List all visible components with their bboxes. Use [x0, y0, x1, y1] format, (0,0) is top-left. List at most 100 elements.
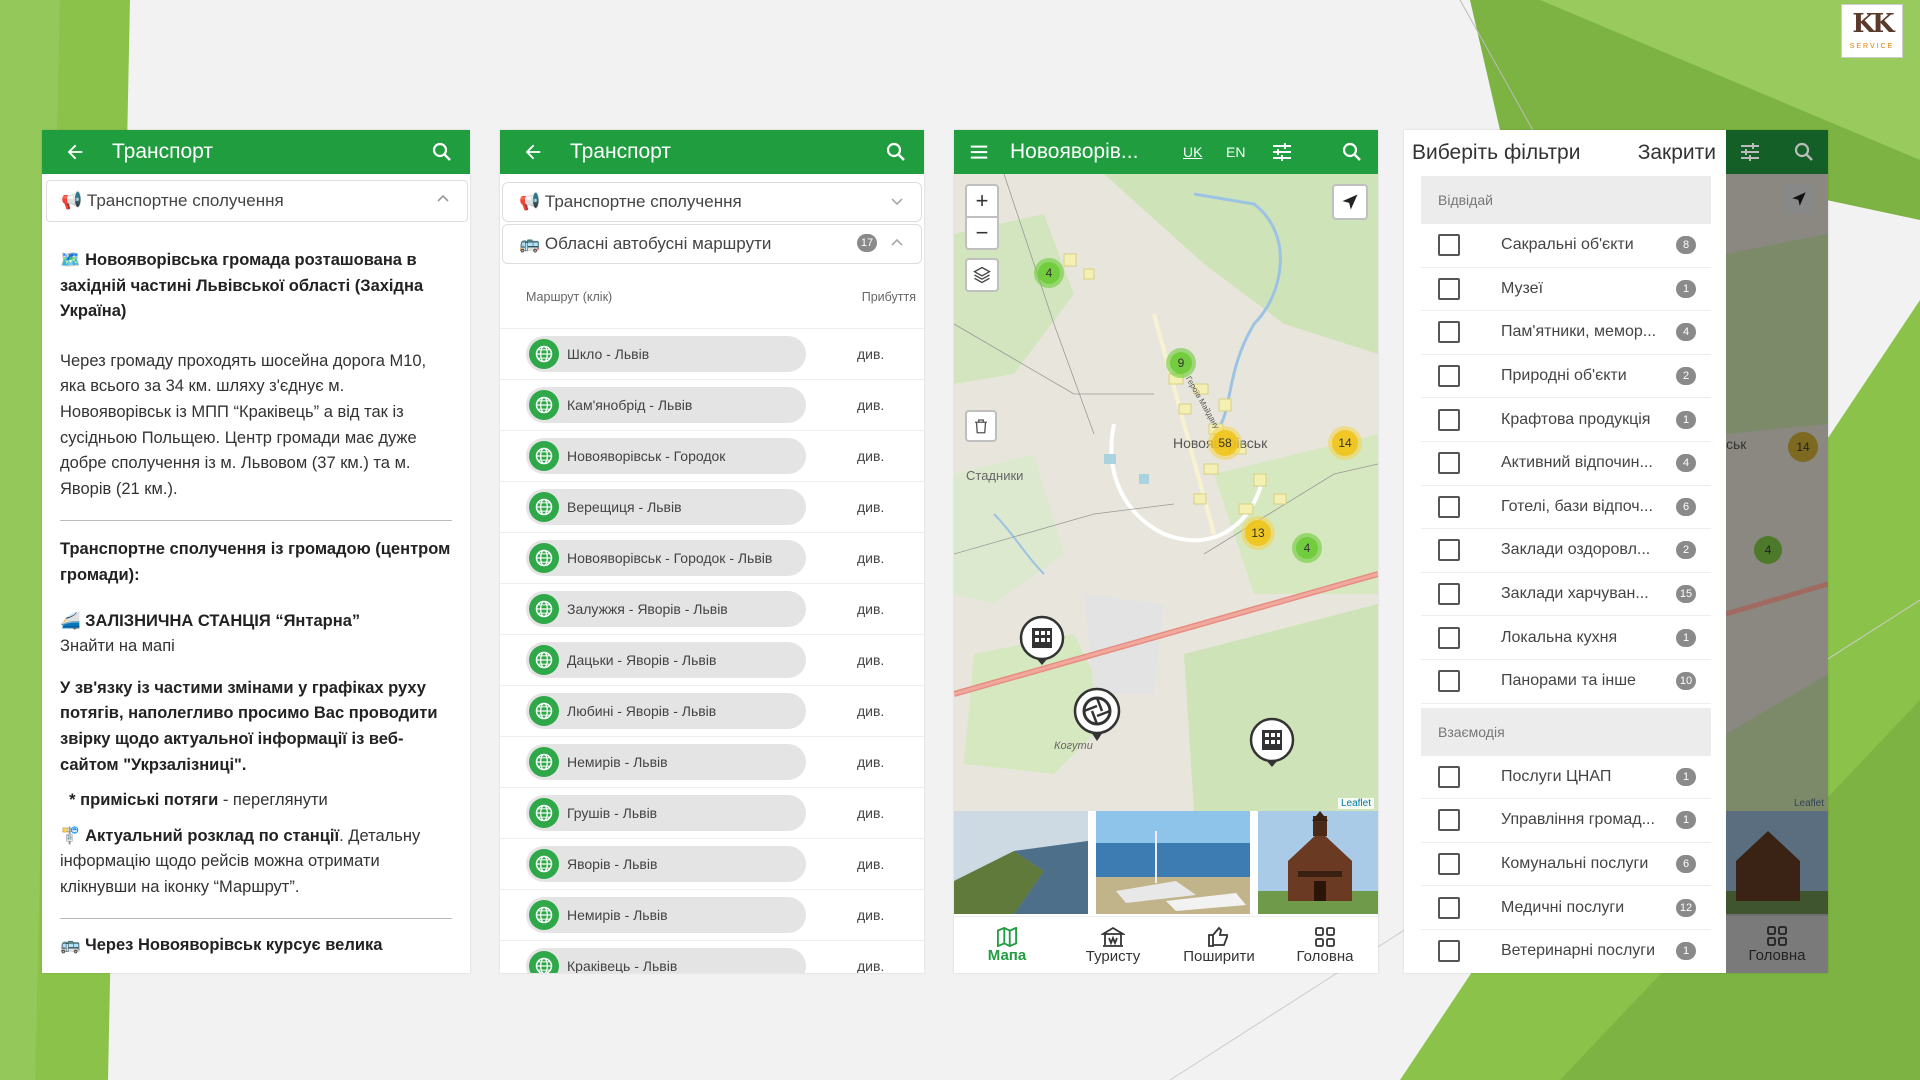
leaflet-attribution[interactable]: Leaflet — [1337, 798, 1374, 809]
route-arrival-link[interactable]: див. — [857, 397, 884, 413]
filter-checkbox[interactable] — [1438, 670, 1460, 693]
accordion-bus-routes[interactable]: 🚌 Обласні автобусні маршрути 17 — [502, 224, 922, 264]
find-on-map-link[interactable]: Знайти на мапі — [60, 637, 175, 655]
filter-checkbox[interactable] — [1438, 277, 1460, 300]
schedule-link[interactable]: 🚏 Актуальний розклад по станції — [60, 827, 339, 845]
route-button[interactable]: Дацьки - Яворів - Львів — [526, 642, 806, 678]
filter-item[interactable]: Комунальні послуги 6 — [1421, 843, 1711, 887]
lang-uk[interactable]: UK — [1183, 144, 1202, 160]
layers-button[interactable] — [965, 258, 999, 292]
suburban-link[interactable]: - переглянути — [218, 791, 328, 809]
filter-checkbox[interactable] — [1438, 365, 1460, 388]
nav-home[interactable]: Головна — [1272, 917, 1378, 973]
filter-item[interactable]: Локальна кухня 1 — [1421, 616, 1711, 660]
filter-item[interactable]: Пам'ятники, мемор... 4 — [1421, 311, 1711, 355]
marker-cluster[interactable]: 9 — [1166, 348, 1196, 378]
route-arrival-link[interactable]: див. — [857, 550, 884, 566]
filter-item[interactable]: Управління громад... 1 — [1421, 799, 1711, 843]
filter-checkbox[interactable] — [1438, 408, 1460, 431]
lang-en[interactable]: EN — [1226, 144, 1245, 160]
route-button[interactable]: Залужжя - Яворів - Львів — [526, 591, 806, 627]
route-arrival-link[interactable]: див. — [857, 601, 884, 617]
back-arrow-icon[interactable] — [518, 141, 548, 163]
search-icon[interactable] — [430, 140, 454, 164]
accordion-transport[interactable]: 📢 Транспортне сполучення — [502, 182, 922, 222]
nav-share[interactable]: Поширити — [1166, 917, 1272, 973]
route-button[interactable]: Новояворівськ - Городок — [526, 438, 806, 474]
filter-item[interactable]: Музеї 1 — [1421, 268, 1711, 312]
route-button[interactable]: Немирів - Львів — [526, 897, 806, 933]
zoom-in-button[interactable]: + — [965, 184, 999, 218]
filter-item[interactable]: Готелі, бази відпоч... 6 — [1421, 486, 1711, 530]
filter-sheet: Виберіть фільтри Закрити Відвідай Сакрал… — [1404, 130, 1726, 973]
photo-aerial-lake[interactable] — [954, 811, 1088, 914]
filter-checkbox[interactable] — [1438, 765, 1460, 788]
filter-item[interactable]: Послуги ЦНАП 1 — [1421, 756, 1711, 800]
route-button[interactable]: Шкло - Львів — [526, 336, 806, 372]
dimmed-background[interactable]: ськ 14 4 Leaflet Головна — [1726, 130, 1828, 973]
nav-map[interactable]: Мапа — [954, 917, 1060, 973]
route-arrival-link[interactable]: див. — [857, 448, 884, 464]
accordion-transport[interactable]: 📢 Транспортне сполучення — [46, 180, 468, 222]
route-arrival-link[interactable]: див. — [857, 499, 884, 515]
route-button[interactable]: Немирів - Львів — [526, 744, 806, 780]
locate-button[interactable] — [1332, 184, 1368, 220]
camera-marker-icon[interactable] — [1072, 686, 1122, 742]
filter-checkbox[interactable] — [1438, 234, 1460, 257]
search-icon[interactable] — [884, 140, 908, 164]
marker-cluster[interactable]: 4 — [1292, 533, 1322, 563]
building-marker-icon[interactable] — [1018, 614, 1066, 666]
route-arrival-link[interactable]: див. — [857, 958, 884, 973]
filter-checkbox[interactable] — [1438, 583, 1460, 606]
filter-checkbox[interactable] — [1438, 452, 1460, 475]
marker-cluster[interactable]: 13 — [1241, 516, 1275, 550]
route-button[interactable]: Грушів - Львів — [526, 795, 806, 831]
search-icon[interactable] — [1340, 140, 1364, 164]
filter-checkbox[interactable] — [1438, 896, 1460, 919]
nav-tourist[interactable]: Туристу — [1060, 917, 1166, 973]
filter-icon[interactable] — [1270, 140, 1294, 164]
filter-item[interactable]: Ветеринарні послуги 1 — [1421, 930, 1711, 973]
filter-item[interactable]: Заклади оздоровл... 2 — [1421, 529, 1711, 573]
route-button[interactable]: Яворів - Львів — [526, 846, 806, 882]
filter-item[interactable]: Панорами та інше 10 — [1421, 660, 1711, 704]
marker-cluster[interactable]: 14 — [1328, 426, 1362, 460]
filter-item[interactable]: Природні об'єкти 2 — [1421, 355, 1711, 399]
filter-checkbox[interactable] — [1438, 495, 1460, 518]
marker-cluster[interactable]: 4 — [1034, 258, 1064, 288]
filter-item[interactable]: Сакральні об'єкти 8 — [1421, 224, 1711, 268]
photo-carousel[interactable] — [954, 811, 1378, 916]
route-button[interactable]: Верещиця - Львів — [526, 489, 806, 525]
close-button[interactable]: Закрити — [1638, 141, 1716, 165]
filter-item[interactable]: Медичні послуги 12 — [1421, 886, 1711, 930]
back-arrow-icon[interactable] — [60, 141, 90, 163]
building-marker-icon[interactable] — [1248, 716, 1296, 768]
filter-checkbox[interactable] — [1438, 539, 1460, 562]
menu-icon[interactable] — [968, 141, 990, 163]
filter-item[interactable]: Крафтова продукція 1 — [1421, 398, 1711, 442]
route-button[interactable]: Кам'янобрід - Львів — [526, 387, 806, 423]
route-arrival-link[interactable]: див. — [857, 856, 884, 872]
filter-checkbox[interactable] — [1438, 853, 1460, 876]
photo-wooden-church[interactable] — [1258, 811, 1378, 914]
zoom-out-button[interactable]: − — [965, 216, 999, 250]
filter-checkbox[interactable] — [1438, 940, 1460, 963]
route-button[interactable]: Любині - Яворів - Львів — [526, 693, 806, 729]
filter-checkbox[interactable] — [1438, 321, 1460, 344]
filter-item[interactable]: Заклади харчуван... 15 — [1421, 573, 1711, 617]
route-arrival-link[interactable]: див. — [857, 652, 884, 668]
route-arrival-link[interactable]: див. — [857, 907, 884, 923]
marker-cluster[interactable]: 58 — [1208, 426, 1242, 460]
filter-item[interactable]: Активний відпочин... 4 — [1421, 442, 1711, 486]
route-button[interactable]: Новояворівськ - Городок - Львів — [526, 540, 806, 576]
map-view[interactable]: Новояворівськ Стадники Когути Героїв Май… — [954, 174, 1378, 811]
route-arrival-link[interactable]: див. — [857, 754, 884, 770]
delete-button[interactable] — [965, 410, 997, 442]
route-arrival-link[interactable]: див. — [857, 805, 884, 821]
filter-checkbox[interactable] — [1438, 809, 1460, 832]
route-arrival-link[interactable]: див. — [857, 346, 884, 362]
route-button[interactable]: Краківець - Львів — [526, 948, 806, 973]
route-arrival-link[interactable]: див. — [857, 703, 884, 719]
photo-boats-lake[interactable] — [1096, 811, 1250, 914]
filter-checkbox[interactable] — [1438, 626, 1460, 649]
